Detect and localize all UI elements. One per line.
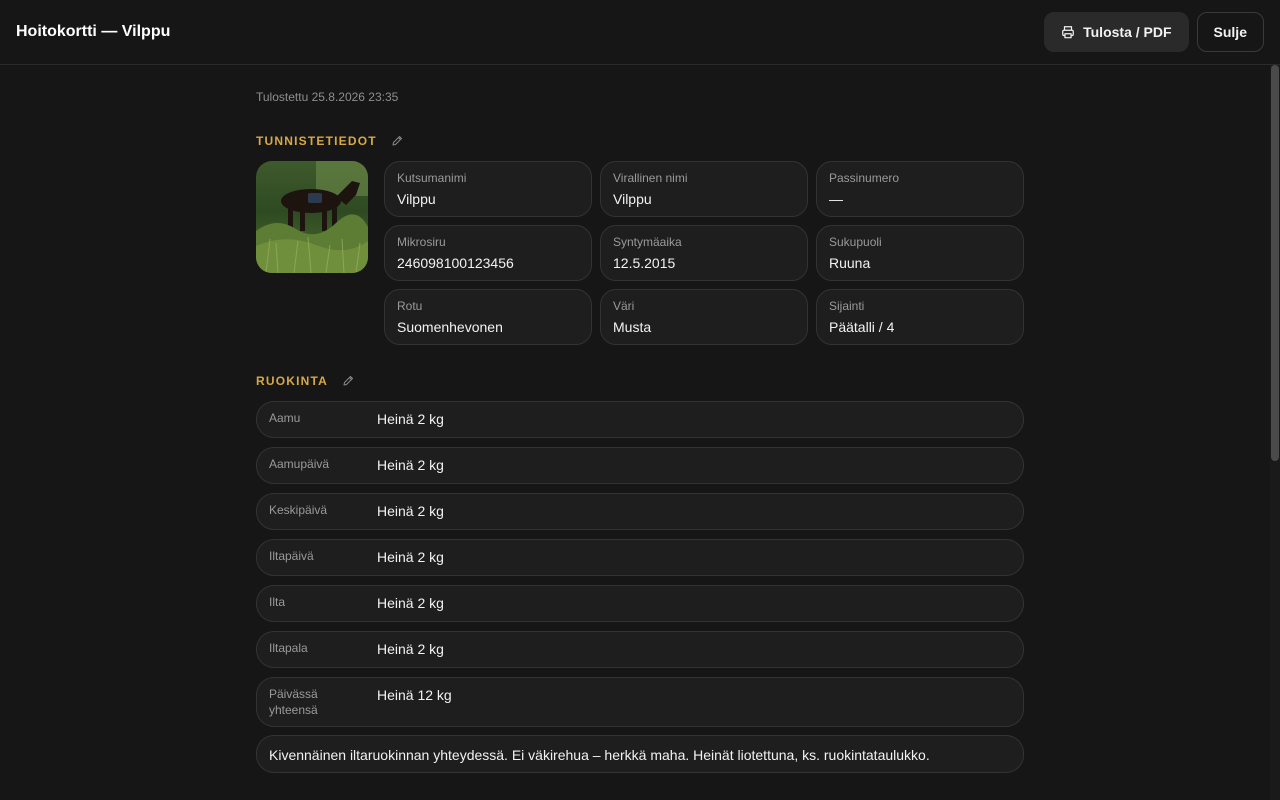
scrollbar[interactable] [1270,65,1280,800]
identity-field-card: Sukupuoli Ruuna [816,225,1024,281]
feeding-row-label: Ilta [269,595,286,609]
scrollbar-thumb[interactable] [1271,65,1279,461]
identity-field-label: Sijainti [829,299,865,313]
printer-icon [1062,26,1074,39]
print-pdf-button[interactable]: Tulosta / PDF [1044,12,1189,52]
feeding-section-header: RUOKINTA [256,374,354,388]
feeding-row-value: Heinä 12 kg [377,687,452,703]
feeding-row-label: Keskipäivä [269,503,328,517]
feeding-row: Keskipäivä Heinä 2 kg [256,493,1024,530]
identity-field-label: Passinumero [829,171,900,185]
identity-section-header: TUNNISTETIEDOT [256,134,403,148]
identity-fields-grid: Kutsumanimi Vilppu Virallinen nimi Vilppu Pa… [384,161,1024,345]
identity-field-value: 12.5.2015 [613,255,676,271]
identity-field-card: Rotu Suomenhevonen [384,289,592,345]
identity-field-card: Passinumero — [816,161,1024,217]
identity-field-card: Mikrosiru 246098100123456 [384,225,592,281]
feeding-row-value: Heinä 2 kg [377,641,444,657]
edit-identity-pencil-icon[interactable] [391,135,403,147]
close-button[interactable]: Sulje [1196,12,1264,52]
feeding-section-title: RUOKINTA [256,374,329,388]
feeding-row-value: Heinä 2 kg [377,549,444,565]
print-button-label: Tulosta / PDF [1083,24,1172,40]
close-button-label: Sulje [1213,24,1247,40]
feeding-row-label: Aamu [269,411,301,425]
feeding-row: Iltapala Heinä 2 kg [256,631,1024,668]
feeding-row-label: Päivässä yhteensä [269,687,318,717]
identity-field-value: Musta [613,319,652,335]
identity-field-label: Sukupuoli [829,235,882,249]
feeding-row: Aamupäivä Heinä 2 kg [256,447,1024,484]
feeding-row: Päivässä yhteensä Heinä 12 kg [256,677,1024,727]
header-bar: Hoitokortti — Vilppu Tulosta / PDF Sulje [0,0,1280,65]
identity-field-label: Rotu [397,299,423,313]
edit-feeding-pencil-icon[interactable] [342,375,354,387]
identity-field-card: Sijainti Päätalli / 4 [816,289,1024,345]
identity-field-card: Väri Musta [600,289,808,345]
feeding-row-value: Heinä 2 kg [377,503,444,519]
page-title: Hoitokortti — Vilppu [16,23,171,40]
identity-field-label: Kutsumanimi [397,171,467,185]
feeding-row-value: Heinä 2 kg [377,411,444,427]
horse-photo [256,161,368,273]
feeding-row-value: Heinä 2 kg [377,595,444,611]
feeding-row: Ilta Heinä 2 kg [256,585,1024,622]
feeding-row: Iltapäivä Heinä 2 kg [256,539,1024,576]
identity-field-label: Virallinen nimi [613,171,688,185]
identity-field-value: Ruuna [829,255,871,271]
identity-field-label: Mikrosiru [397,235,446,249]
identity-field-label: Syntymäaika [613,235,682,249]
identity-field-value: Päätalli / 4 [829,319,895,335]
feeding-note: Kivennäinen iltaruokinnan yhteydessä. Ei… [256,735,1024,773]
identity-field-card: Syntymäaika 12.5.2015 [600,225,808,281]
identity-field-card: Virallinen nimi Vilppu [600,161,808,217]
feeding-row-label: Iltapala [269,641,308,655]
identity-field-label: Väri [613,299,635,313]
feeding-row-label: Aamupäivä [269,457,330,471]
feeding-row: Aamu Heinä 2 kg [256,401,1024,438]
identity-field-card: Kutsumanimi Vilppu [384,161,592,217]
identity-field-value: Vilppu [397,191,436,207]
identity-section-title: TUNNISTETIEDOT [256,134,377,148]
identity-field-value: Suomenhevonen [397,319,503,335]
identity-field-value: 246098100123456 [397,255,514,271]
feeding-row-value: Heinä 2 kg [377,457,444,473]
identity-field-value: Vilppu [613,191,652,207]
header-actions: Tulosta / PDF Sulje [1044,12,1264,52]
feeding-schedule-list: Aamu Heinä 2 kg Aamupäivä Heinä 2 kg Keskipä… [256,401,1024,736]
identity-field-value: — [829,191,843,207]
feeding-row-label: Iltapäivä [269,549,314,563]
printed-timestamp: Tulostettu 25.8.2026 23:35 [256,90,399,104]
